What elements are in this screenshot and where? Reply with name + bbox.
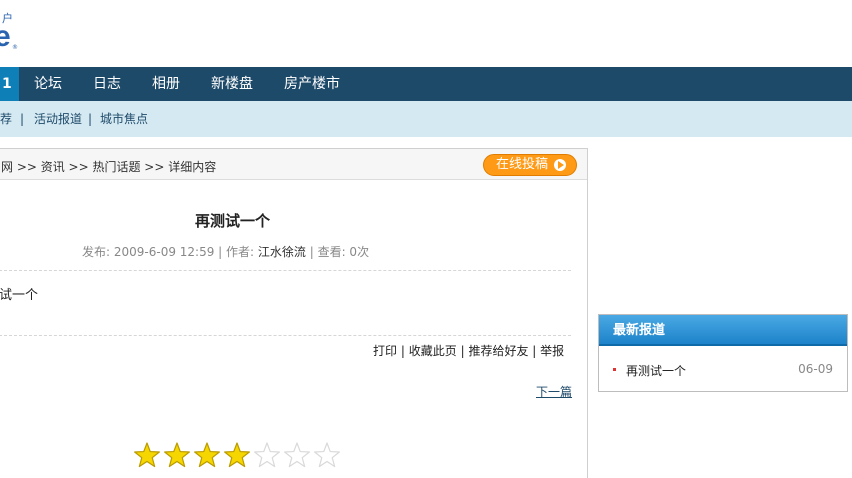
registered-mark: ® [12, 44, 18, 51]
latest-news-box: 最新报道 再测试一个 06-09 [598, 314, 848, 392]
nav-item-active[interactable]: 1 [0, 67, 19, 101]
divider [0, 270, 571, 271]
submit-article-button[interactable]: 在线投稿 [483, 154, 577, 176]
news-link[interactable]: 再测试一个 [626, 362, 686, 379]
bullet-icon [613, 368, 616, 371]
list-item: 再测试一个 06-09 [613, 362, 833, 378]
author-link[interactable]: 江水徐流 [258, 245, 306, 259]
bookmark-link[interactable]: 收藏此页 [409, 344, 457, 358]
main-nav: 1 论坛 日志 相册 新楼盘 房产楼市 [0, 67, 852, 101]
article-panel: 网 >> 资讯 >> 热门话题 >> 详细内容 在线投稿 再测试一个 发布: 2… [0, 148, 588, 478]
next-article-link[interactable]: 下一篇 [536, 383, 572, 400]
tool-separator: | [460, 344, 465, 358]
nav-item-real-estate[interactable]: 房产楼市 [284, 67, 340, 101]
subnav-separator: | [88, 112, 93, 126]
article-tools: 打印 | 收藏此页 | 推荐给好友 | 举报 [373, 342, 564, 359]
breadcrumb[interactable]: 网 >> 资讯 >> 热门话题 >> 详细内容 [1, 158, 216, 175]
recommend-friend-link[interactable]: 推荐给好友 [468, 344, 528, 358]
logo-mark: e [0, 20, 11, 53]
star-empty-icon[interactable] [283, 442, 311, 470]
nav-item-new-homes[interactable]: 新楼盘 [211, 67, 253, 101]
star-filled-icon[interactable] [223, 442, 251, 470]
star-empty-icon[interactable] [253, 442, 281, 470]
play-arrow-icon [554, 159, 566, 171]
print-link[interactable]: 打印 [373, 344, 397, 358]
tool-separator: | [532, 344, 537, 358]
divider [0, 335, 571, 336]
article-meta: 发布: 2009-6-09 12:59 | 作者: 江水徐流 | 查看: 0次 [82, 243, 369, 260]
submit-article-label: 在线投稿 [496, 157, 549, 172]
star-filled-icon[interactable] [163, 442, 191, 470]
tool-separator: | [400, 344, 405, 358]
news-date: 06-09 [798, 362, 833, 376]
nav-item-blog[interactable]: 日志 [93, 67, 121, 101]
nav-item-album[interactable]: 相册 [152, 67, 180, 101]
star-empty-icon[interactable] [313, 442, 341, 470]
meta-prefix: 发布: 2009-6-09 12:59 | 作者: [82, 245, 258, 259]
latest-news-title: 最新报道 [599, 315, 847, 346]
meta-suffix: | 查看: 0次 [305, 245, 370, 259]
breadcrumb-bar: 网 >> 资讯 >> 热门话题 >> 详细内容 在线投稿 [0, 149, 587, 180]
site-logo[interactable]: 户 e ® [0, 6, 40, 56]
star-filled-icon[interactable] [193, 442, 221, 470]
article-body: 试一个 [0, 288, 39, 303]
article-title: 再测试一个 [195, 212, 271, 230]
star-filled-icon[interactable] [133, 442, 161, 470]
nav-item-forum[interactable]: 论坛 [34, 67, 62, 101]
subnav-item-recommend[interactable]: 荐 [0, 101, 12, 137]
subnav-separator: | [20, 112, 25, 126]
subnav-item-city-focus[interactable]: 城市焦点 [100, 101, 148, 137]
subnav-item-events[interactable]: 活动报道 [34, 101, 82, 137]
sub-nav: 荐 | 活动报道 | 城市焦点 [0, 101, 852, 137]
report-link[interactable]: 举报 [540, 344, 564, 358]
